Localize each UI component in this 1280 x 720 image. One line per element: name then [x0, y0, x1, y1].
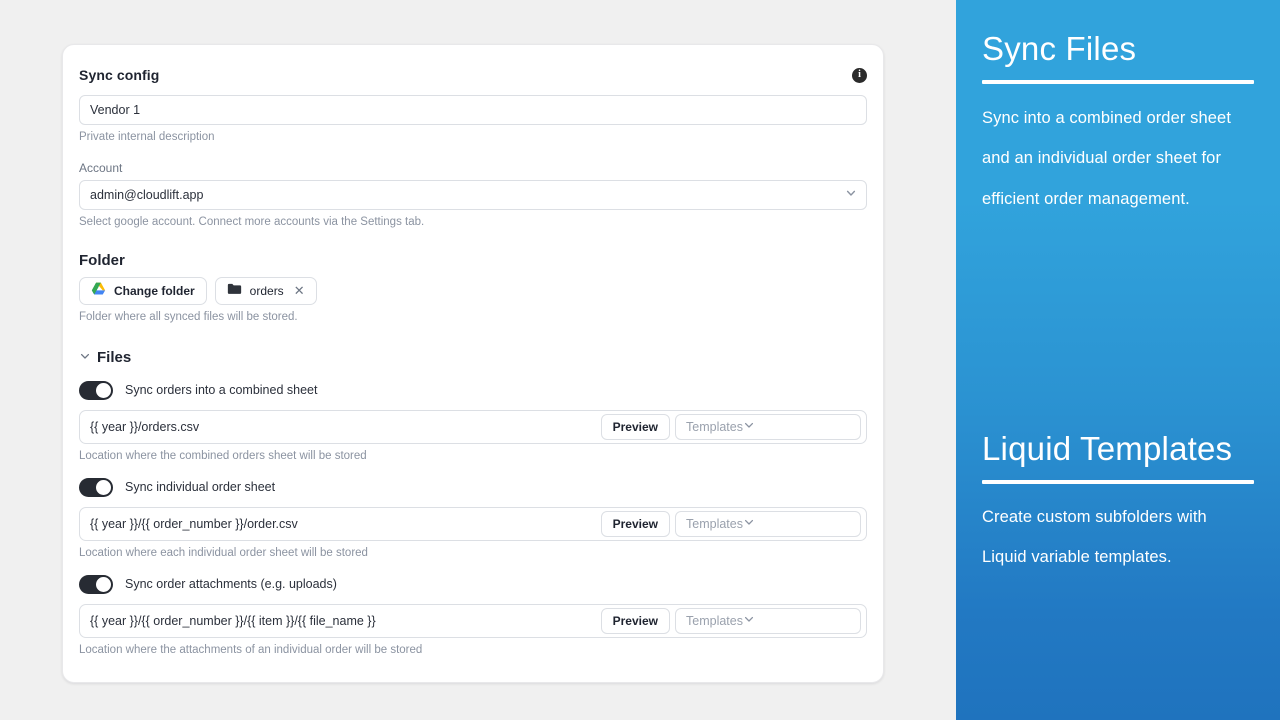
account-select-wrapper	[79, 179, 867, 210]
templates-select[interactable]: Templates	[675, 607, 861, 634]
path-row: Preview Templates	[79, 603, 867, 638]
files-section-title: Files	[97, 349, 132, 367]
promo-body: Sync into a combined order sheet and an …	[982, 108, 1232, 208]
selected-folder-chip[interactable]: orders ✕	[214, 276, 317, 305]
templates-placeholder: Templates	[686, 613, 743, 628]
selected-folder-name: orders	[249, 283, 284, 298]
promo-body: Create custom subfolders with Liquid var…	[982, 507, 1207, 566]
card-header: Sync config i	[79, 61, 867, 95]
sync-individual-sheet-toggle[interactable]	[79, 477, 113, 497]
path-row: Preview Templates	[79, 506, 867, 541]
folder-section-title: Folder	[79, 251, 125, 269]
folder-chip-row: Change folder orders ✕	[79, 276, 867, 305]
account-helper: Select google account. Connect more acco…	[79, 215, 425, 228]
sync-attachments-toggle[interactable]	[79, 574, 113, 594]
templates-select[interactable]: Templates	[675, 510, 861, 537]
change-folder-button[interactable]: Change folder	[79, 276, 207, 305]
toggle-knob	[96, 576, 111, 592]
path-input[interactable]	[80, 507, 601, 540]
preview-button[interactable]: Preview	[600, 510, 670, 537]
chevron-down-icon	[743, 515, 755, 533]
info-icon[interactable]: i	[852, 67, 867, 83]
close-icon[interactable]: ✕	[294, 283, 305, 299]
config-name-helper: Private internal description	[79, 131, 215, 143]
templates-placeholder: Templates	[686, 419, 743, 434]
folder-helper: Folder where all synced files will be st…	[79, 310, 298, 323]
main-content-pane: Sync config i Private internal descripti…	[0, 0, 956, 720]
toggle-label: Sync individual order sheet	[125, 480, 276, 495]
google-drive-icon	[91, 282, 106, 299]
file-sync-row: Sync individual order sheet Preview Temp…	[79, 477, 867, 561]
path-helper: Location where the attachments of an ind…	[79, 643, 423, 656]
chevron-down-icon	[743, 612, 755, 630]
sync-combined-sheet-toggle[interactable]	[79, 380, 113, 400]
account-select[interactable]	[79, 179, 867, 210]
templates-select[interactable]: Templates	[675, 413, 861, 440]
promo-block: Liquid Templates Create custom subfolder…	[982, 430, 1254, 578]
toggle-row: Sync order attachments (e.g. uploads)	[79, 574, 867, 594]
config-name-input[interactable]	[79, 95, 867, 125]
path-helper: Location where each individual order she…	[79, 546, 368, 559]
folder-icon	[227, 283, 242, 298]
path-row: Preview Templates	[79, 409, 867, 444]
sync-config-card: Sync config i Private internal descripti…	[62, 44, 884, 683]
chevron-down-icon	[743, 418, 755, 436]
toggle-label: Sync order attachments (e.g. uploads)	[125, 577, 337, 592]
path-helper: Location where the combined orders sheet…	[79, 449, 367, 462]
promo-title: Sync Files	[982, 30, 1137, 67]
toggle-knob	[96, 382, 111, 398]
promo-title: Liquid Templates	[982, 430, 1233, 467]
templates-placeholder: Templates	[686, 516, 743, 531]
chevron-down-icon	[79, 349, 91, 367]
file-sync-row: Sync orders into a combined sheet Previe…	[79, 380, 867, 464]
path-input[interactable]	[80, 604, 601, 637]
toggle-row: Sync individual order sheet	[79, 477, 867, 497]
preview-button[interactable]: Preview	[600, 607, 670, 634]
promo-sidebar: Sync Files Sync into a combined order sh…	[956, 0, 1280, 720]
files-section-header[interactable]: Files	[79, 349, 867, 367]
page-title: Sync config	[79, 67, 160, 83]
divider	[982, 479, 1254, 484]
preview-button[interactable]: Preview	[600, 413, 670, 440]
path-input[interactable]	[80, 410, 601, 443]
divider	[982, 79, 1254, 84]
account-label: Account	[79, 160, 123, 175]
promo-block: Sync Files Sync into a combined order sh…	[982, 30, 1254, 219]
change-folder-label: Change folder	[114, 283, 195, 298]
toggle-label: Sync orders into a combined sheet	[125, 383, 318, 398]
toggle-row: Sync orders into a combined sheet	[79, 380, 867, 400]
toggle-knob	[96, 479, 111, 495]
file-sync-row: Sync order attachments (e.g. uploads) Pr…	[79, 574, 867, 658]
